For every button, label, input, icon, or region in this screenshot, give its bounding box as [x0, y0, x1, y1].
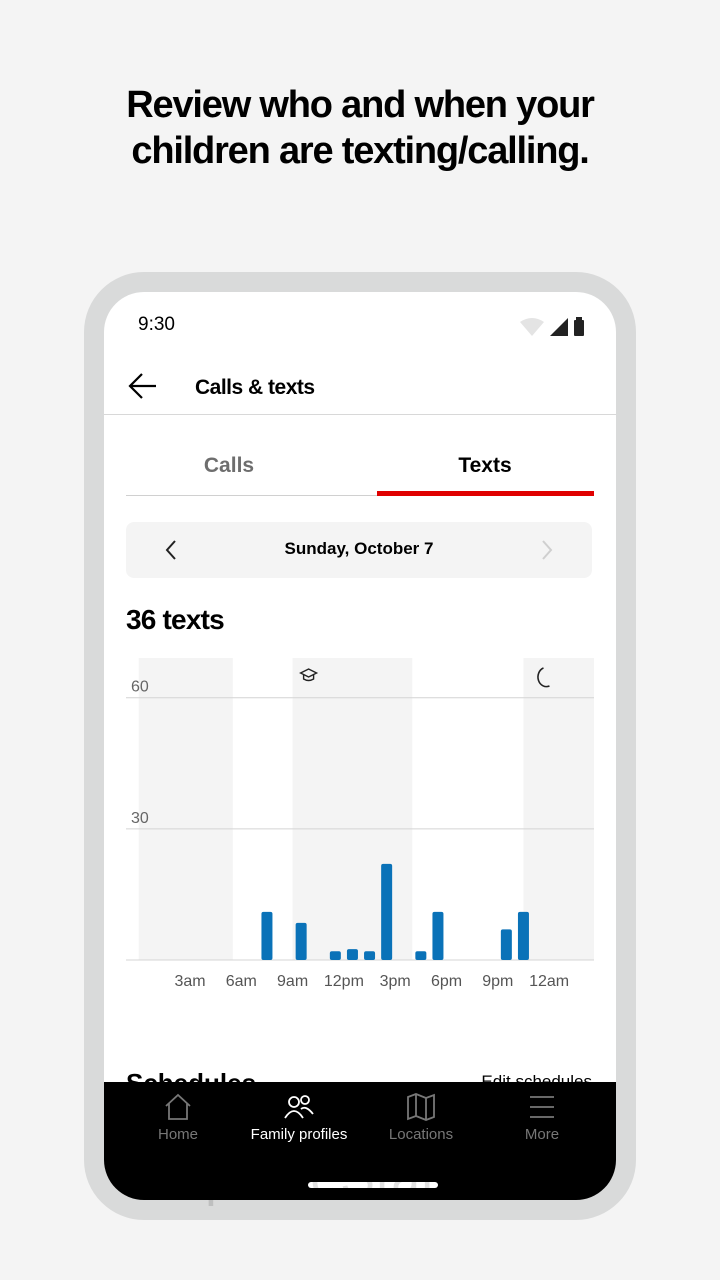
bar-8 [500, 929, 512, 960]
date-navigator: Sunday, October 7 [126, 522, 592, 578]
y-tick-label-30: 30 [131, 810, 149, 827]
x-tick-label-9am: 9am [277, 973, 308, 990]
bar-4 [364, 951, 376, 960]
chevron-right-icon[interactable] [534, 538, 558, 562]
tab-selected-indicator [377, 491, 594, 496]
x-tick-label-6am: 6am [226, 973, 257, 990]
nav-home-label: Home [157, 1126, 198, 1143]
header-divider [104, 414, 616, 415]
shaded-period-school [292, 658, 413, 960]
bar-5 [381, 863, 393, 960]
bar-7 [432, 911, 444, 960]
promo-headline: Review who and when your children are te… [0, 82, 720, 174]
shaded-period-0 [138, 658, 233, 960]
headline-line-2: children are texting/calling. [131, 130, 589, 172]
bar-6 [415, 951, 427, 960]
x-tick-label-12am: 12am [529, 973, 569, 990]
text-count: 36 texts [126, 604, 225, 635]
date-label: Sunday, October 7 [284, 539, 434, 558]
wifi-icon [520, 318, 544, 336]
nav-locations-label: Locations [388, 1126, 454, 1143]
map-icon [407, 1093, 435, 1121]
headline-line-1: Review who and when your [126, 84, 595, 126]
phone-screen: 9:30 Calls & texts Calls Texts Sunday, O… [104, 292, 616, 1200]
status-time: 9:30 [138, 314, 175, 335]
home-icon [165, 1093, 191, 1120]
back-arrow-icon[interactable] [126, 368, 162, 404]
x-tick-label-12pm: 12pm [324, 973, 364, 990]
bar-2 [329, 951, 341, 960]
x-tick-label-3am: 3am [174, 973, 205, 990]
bar-3 [346, 949, 358, 960]
texts-bar-chart: 30 60 3am 6am 9am 12pm 3pm 6pm 9pm 12am [126, 658, 594, 990]
x-tick-label-9pm: 9pm [482, 973, 513, 990]
bar-0 [261, 911, 273, 960]
y-tick-label-60: 60 [131, 679, 149, 696]
watermark: UpdateStar.com [166, 1149, 554, 1207]
shaded-period-bedtime [523, 658, 594, 960]
nav-family-profiles-label: Family profiles [250, 1126, 348, 1143]
menu-icon [530, 1096, 554, 1118]
signal-icon [550, 318, 568, 336]
bar-9 [517, 911, 529, 960]
family-profiles-icon [284, 1095, 314, 1119]
x-tick-label-6pm: 6pm [431, 973, 462, 990]
tab-calls[interactable]: Calls [104, 454, 354, 478]
page-title: Calls & texts [195, 376, 315, 399]
status-icons [520, 317, 584, 336]
nav-more-label: More [524, 1126, 560, 1143]
bar-1 [295, 922, 307, 960]
x-tick-label-3pm: 3pm [380, 973, 411, 990]
tab-texts[interactable]: Texts [360, 454, 610, 478]
battery-icon [574, 320, 584, 336]
